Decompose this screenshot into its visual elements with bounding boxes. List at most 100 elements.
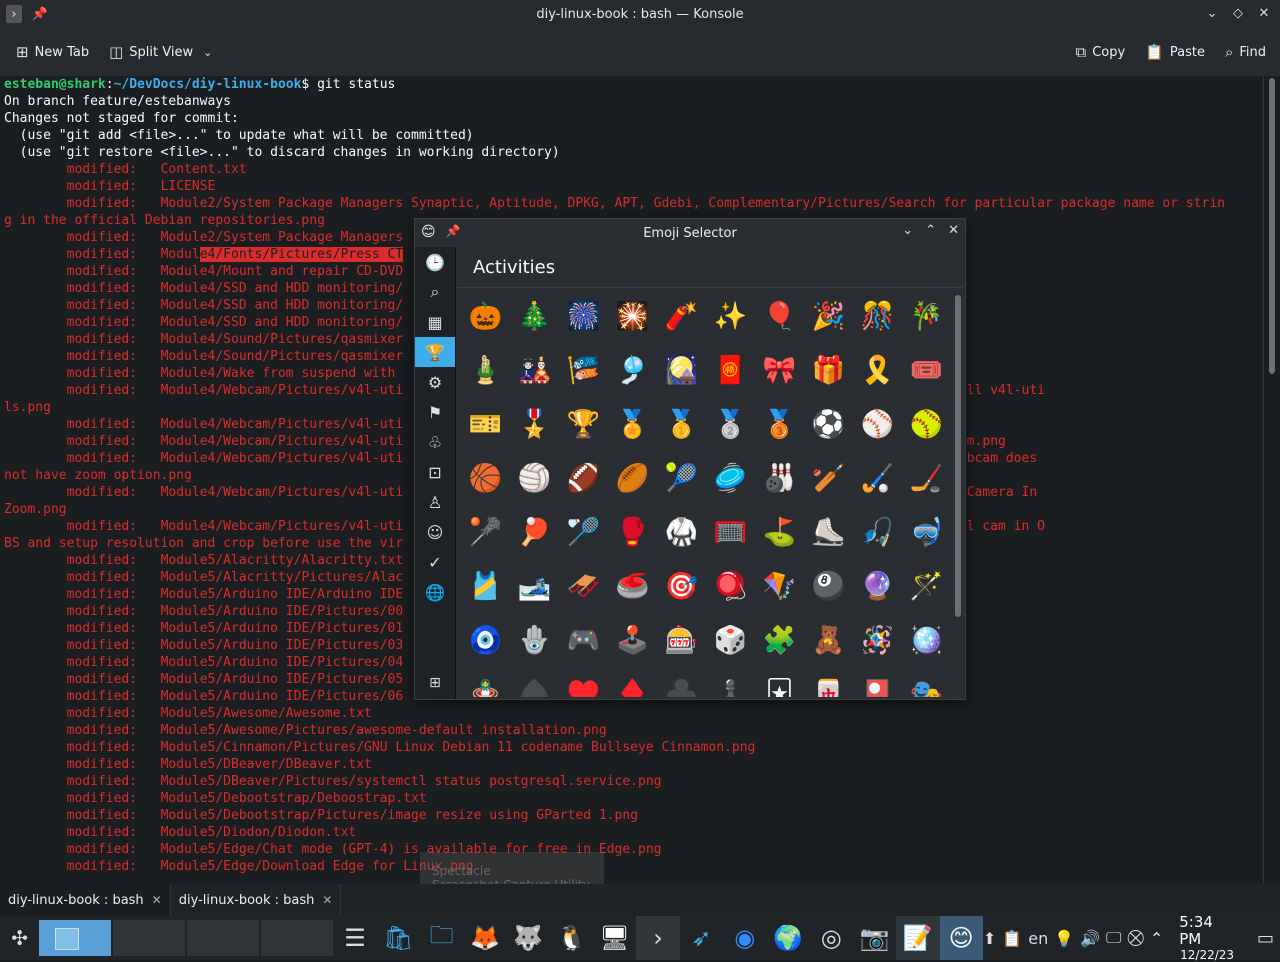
minimize-icon[interactable]: ⌄: [902, 223, 913, 238]
emoji-item[interactable]: ♟️: [706, 667, 755, 698]
copy-button[interactable]: ⧉ Copy: [1065, 36, 1135, 68]
emoji-item[interactable]: ⚾: [853, 397, 902, 451]
terminal-scrollbar[interactable]: [1263, 76, 1280, 884]
new-tab-button[interactable]: ⊞ New Tab: [6, 36, 99, 68]
nature-icon[interactable]: ♧: [415, 427, 455, 457]
emoji-item[interactable]: 🎖️: [510, 397, 559, 451]
emoji-item[interactable]: 🎴: [853, 667, 902, 698]
desktop-3[interactable]: [187, 920, 260, 956]
emoji-item[interactable]: 🏈: [559, 451, 608, 505]
show-desktop-icon[interactable]: ▭: [1257, 928, 1274, 949]
add-icon[interactable]: ⊞: [415, 671, 455, 695]
activities-icon[interactable]: 🏆: [415, 337, 455, 367]
emoji-item[interactable]: 🪀: [706, 559, 755, 613]
emoji-item[interactable]: 🎄: [510, 289, 559, 343]
emoji-item[interactable]: 🏉: [608, 451, 657, 505]
recent-icon[interactable]: 🕒: [415, 247, 455, 277]
emoji-item[interactable]: 🥋: [657, 505, 706, 559]
brightness-icon[interactable]: 💡: [1054, 929, 1074, 948]
emoji-item[interactable]: 🎏: [559, 343, 608, 397]
emoji-item[interactable]: 🏏: [804, 451, 853, 505]
tab-bash-1[interactable]: diy-linux-book : bash ✕: [0, 884, 171, 916]
emoji-item[interactable]: 🧨: [657, 289, 706, 343]
smileys-icon[interactable]: ☺: [415, 517, 455, 547]
emoji-item[interactable]: 🪁: [755, 559, 804, 613]
discover-app-icon[interactable]: 🛍: [377, 916, 420, 960]
objects-icon[interactable]: ⚙: [415, 367, 455, 397]
emoji-item[interactable]: 🎾: [657, 451, 706, 505]
emoji-item[interactable]: 🪩: [902, 613, 951, 667]
symbols-icon[interactable]: ⊡: [415, 457, 455, 487]
emoji-item[interactable]: ⛳: [755, 505, 804, 559]
emoji-item[interactable]: 🎋: [902, 289, 951, 343]
flags-icon[interactable]: ⚑: [415, 397, 455, 427]
desktop-4[interactable]: [261, 920, 334, 956]
emoji-item[interactable]: 🎎: [510, 343, 559, 397]
emoji-item[interactable]: 🏐: [510, 451, 559, 505]
emoji-item[interactable]: 🔮: [853, 559, 902, 613]
digital-clock[interactable]: 5:34 PM 12/22/23: [1179, 914, 1235, 962]
emoji-item[interactable]: 🎣: [853, 505, 902, 559]
emoji-item[interactable]: 🎱: [804, 559, 853, 613]
travel-icon[interactable]: 🌐: [415, 577, 455, 607]
desktop-1[interactable]: [39, 920, 112, 956]
firefox-icon[interactable]: 🦊: [463, 916, 506, 960]
emoji-item[interactable]: 🎃: [461, 289, 510, 343]
emoji-item[interactable]: ♠️: [510, 667, 559, 698]
emoji-item[interactable]: 🎊: [853, 289, 902, 343]
emoji-item[interactable]: 🏒: [902, 451, 951, 505]
emoji-item[interactable]: ⛸️: [804, 505, 853, 559]
keyboard-layout[interactable]: en: [1028, 929, 1048, 948]
emoji-item[interactable]: 🎁: [804, 343, 853, 397]
updates-icon[interactable]: ⬆: [983, 929, 996, 948]
find-button[interactable]: ⌕ Find: [1215, 36, 1276, 68]
konsole-icon[interactable]: ›: [636, 916, 680, 960]
emoji-item[interactable]: ♦️: [608, 667, 657, 698]
close-tab-icon[interactable]: ✕: [322, 893, 332, 907]
emoji-item[interactable]: 🎫: [461, 397, 510, 451]
emoji-item[interactable]: 🥈: [706, 397, 755, 451]
emoji-item[interactable]: 🎍: [461, 343, 510, 397]
emoji-item[interactable]: 🧩: [755, 613, 804, 667]
kdeconnect-icon[interactable]: ➶: [680, 916, 723, 960]
emoji-item[interactable]: ♥️: [559, 667, 608, 698]
close-icon[interactable]: ✕: [1256, 4, 1272, 22]
file-manager-icon[interactable]: 🗀: [420, 916, 463, 960]
gimp-icon[interactable]: 🐺: [507, 916, 550, 960]
emoji-item[interactable]: 🃏: [755, 667, 804, 698]
emoji-item[interactable]: 🥍: [461, 505, 510, 559]
emoji-item[interactable]: 🕹️: [608, 613, 657, 667]
tux-icon[interactable]: 🐧: [550, 916, 593, 960]
split-view-button[interactable]: ◫ Split View ⌄: [99, 36, 222, 68]
emoji-item[interactable]: 🎲: [706, 613, 755, 667]
check-icon[interactable]: ✓: [415, 547, 455, 577]
emoji-item[interactable]: ♣️: [657, 667, 706, 698]
app-launcher-icon[interactable]: ✣: [0, 916, 39, 960]
maximize-icon[interactable]: ⌃: [925, 223, 936, 238]
emoji-item[interactable]: 🥊: [608, 505, 657, 559]
emoji-item[interactable]: 🎗️: [853, 343, 902, 397]
emoji-item[interactable]: 🥉: [755, 397, 804, 451]
people-icon[interactable]: ♙: [415, 487, 455, 517]
emoji-item[interactable]: 🎯: [657, 559, 706, 613]
emoji-item[interactable]: 🪆: [461, 667, 510, 698]
pin-icon[interactable]: 📌: [32, 5, 48, 23]
emoji-item[interactable]: 🤿: [902, 505, 951, 559]
emoji-item[interactable]: 🧸: [804, 613, 853, 667]
emoji-item[interactable]: 🥇: [657, 397, 706, 451]
emoji-item[interactable]: 🎳: [755, 451, 804, 505]
emoji-item[interactable]: 🎰: [657, 613, 706, 667]
emoji-item[interactable]: 🎟️: [902, 343, 951, 397]
tab-bash-2[interactable]: diy-linux-book : bash ✕: [171, 884, 342, 916]
obs-icon[interactable]: ◎: [810, 916, 853, 960]
emoji-item[interactable]: ⚽: [804, 397, 853, 451]
emoji-item[interactable]: 🀄: [804, 667, 853, 698]
emoji-item[interactable]: 🎮: [559, 613, 608, 667]
desktop-2[interactable]: [113, 920, 186, 956]
network-icon[interactable]: ⛒: [1127, 928, 1143, 948]
pin-icon[interactable]: 📌: [446, 224, 461, 240]
emoji-item[interactable]: 🏑: [853, 451, 902, 505]
emoji-item[interactable]: 🥅: [706, 505, 755, 559]
emoji-item[interactable]: 🏓: [510, 505, 559, 559]
emoji-item[interactable]: 🏸: [559, 505, 608, 559]
